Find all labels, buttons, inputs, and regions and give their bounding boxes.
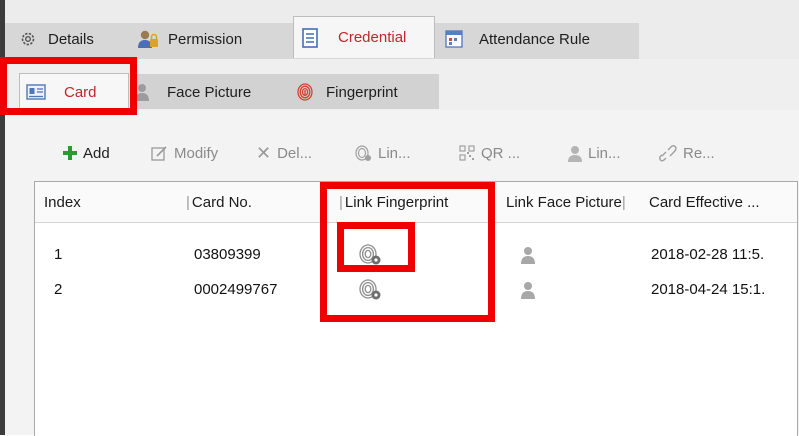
user-lock-icon [138, 30, 158, 48]
remove-link-button[interactable]: Re... [659, 137, 715, 169]
table-row[interactable]: 2 0002499767 2018-04-24 15:1. [35, 272, 797, 307]
column-header-card-effective[interactable]: Card Effective ... [649, 182, 795, 222]
fingerprint-settings-icon [359, 278, 381, 299]
sub-tab-bar: Card Face Picture Fingerprint [5, 59, 799, 110]
column-header-index[interactable]: Index [44, 182, 174, 222]
face-person-icon [521, 281, 535, 299]
tab-permission-label: Permission [168, 30, 243, 48]
fingerprint-icon [297, 83, 313, 101]
delete-button-label: Del... [277, 144, 313, 162]
person-icon [135, 84, 149, 101]
add-button[interactable]: Add [63, 137, 110, 169]
tab-details-label: Details [48, 30, 94, 48]
tab-credential-label: Credential [338, 29, 407, 46]
cell-index: 2 [54, 281, 63, 298]
gear-icon [21, 32, 35, 46]
subtab-card-label: Card [64, 83, 97, 101]
cell-index: 1 [54, 246, 63, 263]
delete-icon: ✕ [256, 142, 272, 163]
modify-button-label: Modify [174, 144, 219, 162]
toolbar: Add Modify ✕ Del... Lin... QR ... Lin...… [5, 137, 799, 169]
cell-card-no: 03809399 [194, 246, 261, 263]
link-face-cell-button[interactable] [520, 272, 536, 307]
face-person-icon [521, 246, 535, 264]
link-face-button-label: Lin... [588, 144, 621, 162]
subtab-fingerprint[interactable]: Fingerprint [297, 75, 398, 109]
fingerprint-settings-icon [359, 243, 381, 264]
tab-attendance-rule-label: Attendance Rule [479, 30, 590, 48]
cell-card-effective: 2018-02-28 11:5. [651, 246, 765, 263]
link-fingerprint-cell-button[interactable] [358, 237, 382, 272]
cell-card-effective: 2018-04-24 15:1. [651, 281, 766, 298]
column-header-card-no[interactable]: | Card No. [186, 182, 336, 222]
link-fingerprint-button[interactable]: Lin... [355, 137, 411, 169]
card-table: Index | Card No. | Link Fingerprint Link F… [34, 181, 798, 436]
column-header-link-fingerprint[interactable]: | Link Fingerprint [339, 182, 507, 222]
column-header-link-face-picture[interactable]: Link Face Picture | [506, 182, 646, 222]
cell-card-no: 0002499767 [194, 281, 278, 298]
tab-credential[interactable]: Credential [293, 16, 435, 58]
add-button-label: Add [83, 144, 110, 162]
card-icon [26, 84, 46, 100]
subtab-face-picture[interactable]: Face Picture [135, 75, 251, 109]
tab-details[interactable]: Details [19, 19, 94, 59]
modify-button[interactable]: Modify [151, 137, 218, 169]
link-face-cell-button[interactable] [520, 237, 536, 272]
table-row[interactable]: 1 03809399 2018-02-28 11:5. [35, 237, 797, 272]
tab-permission[interactable]: Permission [137, 19, 242, 59]
table-header: Index | Card No. | Link Fingerprint Link F… [35, 182, 797, 223]
edit-icon [151, 145, 167, 161]
subtab-card[interactable]: Card [19, 73, 129, 110]
subtab-fingerprint-label: Fingerprint [326, 83, 398, 101]
link-face-button[interactable]: Lin... [568, 137, 621, 169]
credential-doc-icon [302, 27, 318, 48]
qr-code-icon [459, 145, 475, 161]
remove-link-button-label: Re... [683, 144, 715, 162]
card-panel: Add Modify ✕ Del... Lin... QR ... Lin...… [5, 110, 799, 436]
link-fingerprint-icon [355, 144, 371, 161]
subtab-face-picture-label: Face Picture [167, 83, 252, 101]
unlink-icon [659, 144, 677, 161]
link-fingerprint-button-label: Lin... [378, 144, 411, 162]
link-fingerprint-cell-button[interactable] [358, 272, 382, 307]
qr-button[interactable]: QR ... [459, 137, 520, 169]
delete-button[interactable]: ✕ Del... [256, 137, 312, 169]
qr-button-label: QR ... [481, 144, 521, 162]
top-tab-bar: Details Permission Credential Attendance… [5, 16, 799, 59]
plus-icon [63, 146, 77, 160]
tab-attendance-rule[interactable]: Attendance Rule [445, 19, 590, 59]
link-face-icon [568, 145, 582, 162]
attendance-icon [445, 30, 463, 48]
